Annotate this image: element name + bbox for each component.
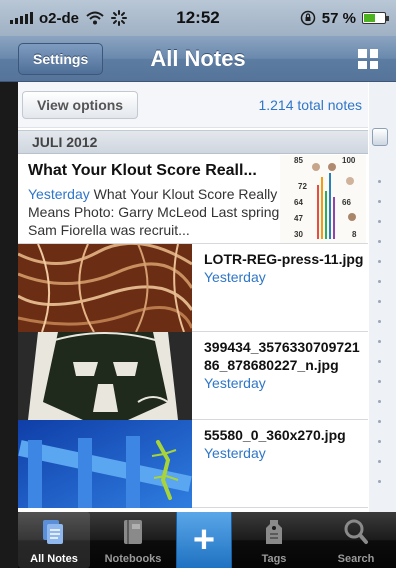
infographic-number: 85 bbox=[294, 156, 303, 165]
note-date: Yesterday bbox=[204, 269, 266, 285]
battery-percent: 57 % bbox=[321, 9, 356, 27]
wifi-icon bbox=[86, 11, 104, 25]
view-options-button[interactable]: View options bbox=[22, 90, 139, 119]
tab-tags[interactable]: Tags bbox=[236, 512, 312, 568]
carrier-name: o2-de bbox=[39, 9, 80, 27]
clock: 12:52 bbox=[176, 8, 220, 27]
section-header: JULI 2012 bbox=[18, 130, 368, 154]
battery-fill bbox=[364, 14, 375, 22]
note-date: Yesterday bbox=[28, 186, 90, 202]
tab-label: All Notes bbox=[30, 553, 78, 565]
infographic-number: 72 bbox=[298, 182, 307, 191]
signal-icon bbox=[10, 12, 33, 24]
tag-icon bbox=[266, 520, 282, 544]
index-dot bbox=[378, 360, 381, 363]
tab-search[interactable]: Search bbox=[316, 512, 396, 568]
index-dot bbox=[378, 380, 381, 383]
index-dot bbox=[378, 220, 381, 223]
new-note-button[interactable]: + bbox=[176, 512, 232, 568]
infographic-number: 100 bbox=[342, 156, 356, 165]
note-filename: 55580_0_360x270.jpg bbox=[204, 427, 346, 443]
tab-label: Tags bbox=[261, 553, 287, 565]
index-dot bbox=[378, 200, 381, 203]
infographic-number: 8 bbox=[352, 230, 357, 239]
note-date: Yesterday bbox=[204, 375, 266, 391]
index-dot bbox=[378, 340, 381, 343]
tab-label: Search bbox=[337, 553, 375, 565]
rotation-lock-icon bbox=[300, 10, 316, 26]
note-row-klout[interactable]: What Your Klout Score Reall... Yesterday… bbox=[18, 155, 368, 244]
index-dot bbox=[378, 300, 381, 303]
scroll-index-rail[interactable] bbox=[369, 82, 396, 512]
notes-stack-icon bbox=[43, 520, 63, 544]
navigation-bar: Settings All Notes bbox=[0, 36, 396, 82]
battery-icon bbox=[362, 12, 389, 24]
notebook-icon bbox=[124, 520, 142, 544]
note-list: What Your Klout Score Reall... Yesterday… bbox=[18, 155, 368, 512]
infographic-number: 47 bbox=[294, 214, 303, 223]
index-dot bbox=[378, 260, 381, 263]
status-bar: o2-de 12:52 57 % bbox=[0, 0, 396, 36]
note-title: LOTR-REG-press-11.jpg Yesterday bbox=[204, 250, 364, 286]
note-image-thumbnail bbox=[18, 332, 192, 420]
note-title: 399434_357633070972186_878680227_n.jpg Ye… bbox=[204, 338, 364, 392]
index-dot bbox=[378, 280, 381, 283]
index-dot bbox=[378, 400, 381, 403]
search-icon bbox=[344, 519, 368, 544]
note-filename: 399434_357633070972186_878680227_n.jpg bbox=[204, 339, 360, 373]
scroll-thumb[interactable] bbox=[372, 128, 388, 146]
index-dot bbox=[378, 420, 381, 423]
tab-label: Notebooks bbox=[104, 553, 162, 565]
note-image-thumbnail bbox=[18, 244, 192, 332]
note-title: 55580_0_360x270.jpg Yesterday bbox=[204, 426, 364, 462]
note-row-lizard[interactable]: 55580_0_360x270.jpg Yesterday bbox=[18, 420, 368, 508]
plus-icon: + bbox=[192, 519, 216, 561]
infographic-thumbnail: 85 100 72 64 66 47 30 8 bbox=[280, 155, 366, 243]
note-date: Yesterday bbox=[204, 445, 266, 461]
note-filename: LOTR-REG-press-11.jpg bbox=[204, 251, 364, 267]
note-row-lotr[interactable]: LOTR-REG-press-11.jpg Yesterday bbox=[18, 244, 368, 332]
index-dot bbox=[378, 240, 381, 243]
activity-spinner-icon bbox=[111, 10, 128, 26]
note-row-darth-vader[interactable]: 399434_357633070972186_878680227_n.jpg Ye… bbox=[18, 332, 368, 420]
status-left: o2-de bbox=[10, 10, 160, 27]
note-title: What Your Klout Score Reall... bbox=[28, 162, 257, 179]
status-right: 57 % bbox=[246, 9, 389, 27]
tab-all-notes[interactable]: All Notes bbox=[18, 512, 90, 568]
tab-notebooks[interactable]: Notebooks bbox=[94, 512, 172, 568]
index-dot bbox=[378, 440, 381, 443]
note-image-thumbnail bbox=[18, 420, 192, 508]
grid-view-icon[interactable] bbox=[358, 49, 378, 69]
total-notes-count: 1.214 total notes bbox=[258, 96, 362, 113]
index-dot bbox=[378, 320, 381, 323]
page-title: All Notes bbox=[150, 46, 246, 71]
infographic-number: 66 bbox=[342, 198, 351, 207]
index-dot bbox=[378, 480, 381, 483]
note-snippet: Yesterday What Your Klout Score Really M… bbox=[28, 185, 286, 239]
tab-bar: All Notes Notebooks + Tags Search bbox=[18, 512, 396, 568]
left-edge bbox=[0, 82, 18, 568]
options-bar: View options 1.214 total notes bbox=[18, 82, 368, 128]
infographic-number: 30 bbox=[294, 230, 303, 239]
index-dot bbox=[378, 180, 381, 183]
index-dot bbox=[378, 460, 381, 463]
infographic-number: 64 bbox=[294, 198, 303, 207]
